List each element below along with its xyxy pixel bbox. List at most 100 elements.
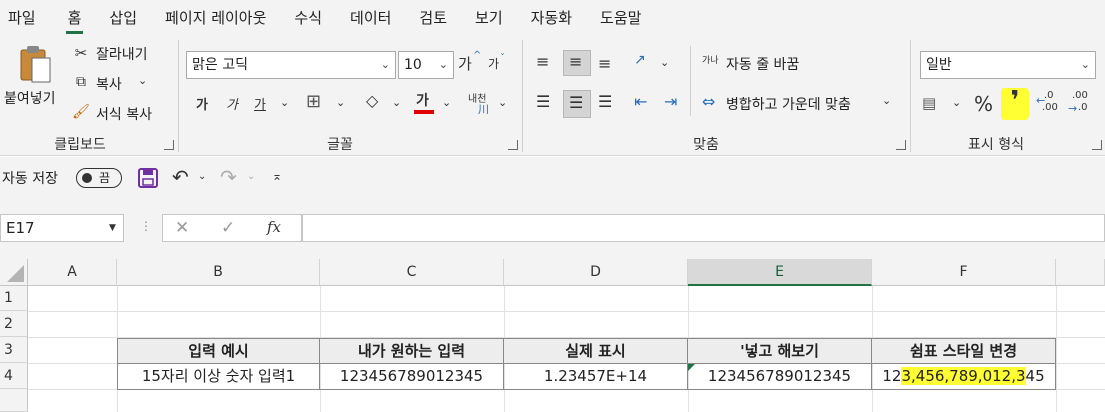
wrap-text-label: 자동 줄 바꿈 (726, 57, 800, 73)
increase-decimal-button[interactable]: .0 .00 ← (1036, 90, 1064, 120)
paintbrush-icon: 🖌 (72, 104, 90, 120)
decrease-indent-icon[interactable]: ⇤ (634, 92, 647, 111)
chevron-down-icon[interactable]: ⌄ (952, 96, 961, 109)
copy-button[interactable]: ⧉ 복사 ⌄ (72, 72, 168, 96)
customize-qat-icon[interactable]: ⌅ (272, 169, 282, 183)
tab-view[interactable]: 보기 (461, 0, 517, 36)
table-header-cell[interactable]: 쉼표 스타일 변경 (872, 338, 1056, 364)
autosave-toggle[interactable]: 끔 (76, 168, 122, 188)
font-color-button[interactable]: 가 (412, 90, 436, 116)
table-header-cell[interactable]: 실제 표시 (504, 338, 688, 364)
row-header-4[interactable]: 4 (0, 363, 28, 389)
merge-center-button[interactable]: ⇔ 병합하고 가운데 맞춤 ⌄ (702, 92, 898, 116)
highlighted-digits: 3,456,789,012,3 (901, 367, 1026, 385)
tab-review[interactable]: 검토 (405, 0, 461, 36)
formula-input[interactable] (302, 214, 1105, 242)
table-header-cell[interactable]: 입력 예시 (117, 338, 320, 364)
grow-font-button[interactable]: 가 ^ (458, 50, 482, 75)
save-icon[interactable] (137, 167, 159, 189)
decrease-decimal-icon: .00 (1072, 90, 1088, 101)
chevron-down-icon[interactable]: ⌄ (247, 171, 255, 182)
decrease-decimal-button[interactable]: .00 .0 → (1068, 90, 1098, 120)
number-format-combo[interactable]: 일반 ⌄ (920, 51, 1096, 79)
underline-button[interactable]: 가 (254, 94, 266, 113)
tab-file[interactable]: 파일 (0, 0, 54, 36)
column-header-a[interactable]: A (28, 259, 117, 286)
table-header-cell[interactable]: 내가 원하는 입력 (320, 338, 504, 364)
worksheet-grid[interactable]: A B C D E F 1 2 3 4 입력 예시 내가 원하는 입력 실제 표… (0, 259, 1105, 412)
chevron-down-icon: ⌄ (438, 58, 448, 71)
chevron-down-icon[interactable]: ⌄ (336, 96, 345, 109)
table-cell[interactable]: 123456789012345 (688, 364, 872, 390)
enter-icon[interactable]: ✓ (221, 218, 235, 238)
tab-help[interactable]: 도움말 (586, 0, 655, 36)
wrap-text-button[interactable]: 가나 자동 줄 바꿈 (702, 52, 832, 76)
table-cell[interactable]: 123456789012345 (320, 364, 504, 390)
column-header-f[interactable]: F (872, 259, 1056, 286)
align-bottom-icon[interactable]: ≡ (598, 54, 611, 73)
italic-button[interactable]: 가 (226, 94, 238, 113)
copy-label: 복사 (96, 77, 122, 93)
chevron-down-icon[interactable]: ⌄ (198, 171, 206, 182)
row-header-5[interactable] (0, 389, 28, 412)
insert-function-icon[interactable]: fx (267, 218, 281, 236)
chevron-down-icon[interactable]: ⌄ (498, 96, 507, 109)
alignment-dialog-launcher[interactable] (896, 140, 906, 150)
tab-data[interactable]: 데이터 (336, 0, 405, 36)
undo-icon[interactable]: ↶ (172, 165, 189, 189)
column-header-g[interactable] (1056, 259, 1105, 286)
chevron-down-icon[interactable]: ⌄ (660, 56, 669, 69)
column-header-b[interactable]: B (117, 259, 320, 286)
name-box[interactable]: E17 ▼ (0, 214, 124, 242)
align-right-icon[interactable]: ☰ (598, 92, 612, 111)
table-cell[interactable]: 1.23457E+14 (504, 364, 688, 390)
font-name-combo[interactable]: 맑은 고딕 ⌄ (186, 51, 396, 79)
cut-button[interactable]: ✂ 잘라내기 (72, 42, 168, 66)
percent-button[interactable]: % (974, 92, 993, 116)
column-header-c[interactable]: C (320, 259, 504, 286)
borders-icon[interactable]: ⊞ (306, 91, 321, 112)
paste-button[interactable]: 붙여넣기 (4, 42, 66, 128)
tab-insert[interactable]: 삽입 (95, 0, 151, 36)
font-group-label: 글꼴 (327, 137, 353, 153)
chevron-down-icon[interactable]: ⌄ (442, 96, 451, 109)
format-painter-button[interactable]: 🖌 서식 복사 (72, 102, 168, 126)
comma-style-button[interactable]: ❜ (1004, 86, 1026, 116)
cancel-icon[interactable]: ✕ (175, 218, 189, 238)
redo-icon[interactable]: ↷ (220, 165, 237, 189)
number-dialog-launcher[interactable] (1092, 140, 1102, 150)
tab-page-layout[interactable]: 페이지 레이아웃 (151, 0, 280, 36)
table-header-cell[interactable]: '넣고 해보기 (688, 338, 872, 364)
font-size-combo[interactable]: 10 ⌄ (398, 51, 454, 79)
row-header-2[interactable]: 2 (0, 311, 28, 337)
align-left-icon[interactable]: ☰ (536, 92, 550, 111)
table-cell-comma-styled[interactable]: 123,456,789,012,345 (872, 364, 1056, 390)
chevron-down-icon[interactable]: ⌄ (280, 96, 289, 109)
tab-home[interactable]: 홈 (54, 0, 96, 36)
paste-label: 붙여넣기 (4, 91, 56, 107)
column-header-e[interactable]: E (688, 259, 872, 286)
increase-indent-icon[interactable]: ⇥ (664, 92, 677, 111)
align-top-icon[interactable]: ≡ (536, 52, 549, 71)
tab-formulas[interactable]: 수식 (280, 0, 336, 36)
clipboard-dialog-launcher[interactable] (164, 140, 174, 150)
more-options-icon[interactable]: ⋮ (140, 219, 152, 233)
chevron-down-icon: ⌄ (380, 58, 390, 71)
row-header-3[interactable]: 3 (0, 337, 28, 363)
tab-automate[interactable]: 자동화 (517, 0, 586, 36)
row-header-1[interactable]: 1 (0, 286, 28, 311)
bold-button[interactable]: 가 (196, 94, 208, 113)
accounting-format-icon[interactable]: ▤ (922, 94, 936, 112)
font-color-letter: 가 (416, 93, 429, 109)
group-divider (178, 40, 179, 152)
column-header-d[interactable]: D (504, 259, 688, 286)
phonetic-button[interactable]: 내천 川 (468, 90, 496, 116)
orientation-icon[interactable]: ↗ (634, 52, 646, 68)
shrink-font-button[interactable]: 가 ˇ (488, 53, 512, 77)
chevron-down-icon[interactable]: ⌄ (392, 96, 401, 109)
fill-color-icon[interactable]: ◇ (366, 91, 378, 110)
chevron-down-icon: ⌄ (138, 74, 148, 87)
table-cell[interactable]: 15자리 이상 숫자 입력1 (117, 364, 320, 390)
select-all-corner[interactable] (0, 259, 28, 286)
font-dialog-launcher[interactable] (508, 140, 518, 150)
